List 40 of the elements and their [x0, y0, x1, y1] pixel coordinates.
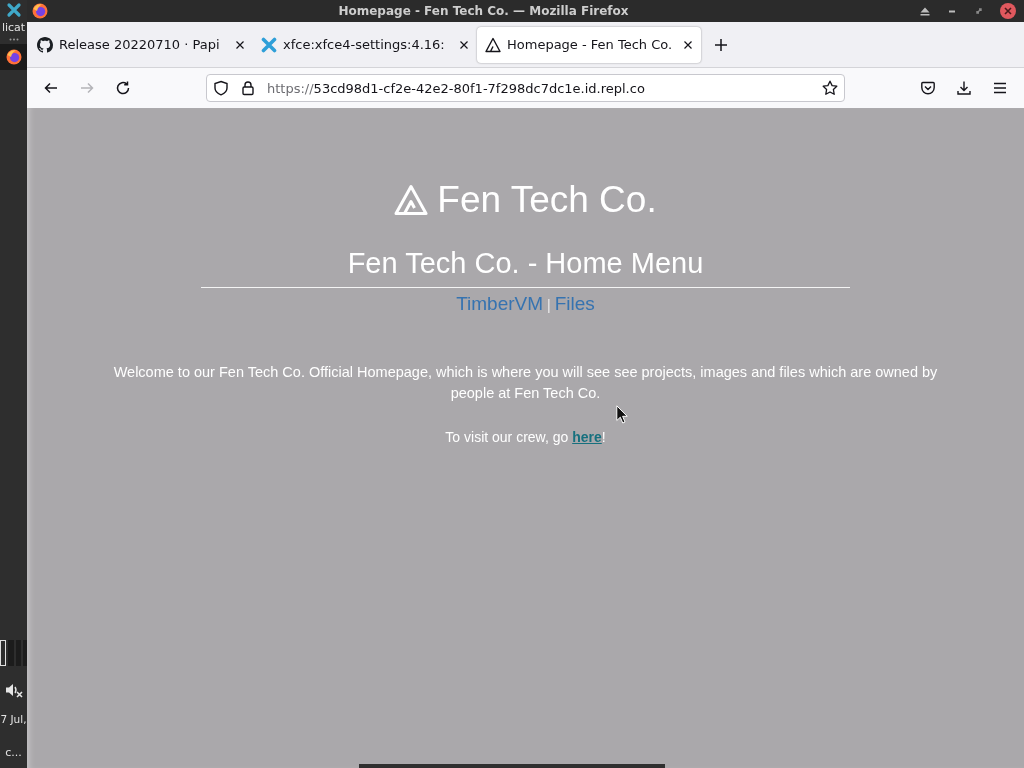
crew-text: To visit our crew, go here! [445, 428, 606, 446]
browser-tab[interactable]: xfce:xfce4-settings:4.16: [253, 26, 477, 63]
firefox-icon [32, 3, 48, 19]
taskbar-button[interactable] [0, 44, 27, 70]
browser-tab[interactable]: Homepage - Fen Tech Co. [477, 26, 701, 63]
address-bar[interactable]: https://53cd98d1-cf2e-42e2-80f1-7f298dc7dc1e.id.repl.co [206, 74, 845, 102]
applications-label[interactable]: licat [1, 21, 26, 35]
close-icon[interactable] [1000, 3, 1016, 19]
cross-logo-icon [261, 36, 277, 53]
link-separator: | [547, 296, 551, 315]
mouse-pointer-icon [616, 405, 628, 424]
github-icon [37, 36, 53, 53]
logo-text: Fen Tech Co. [437, 180, 657, 220]
maximize-icon[interactable] [973, 5, 985, 17]
download-icon[interactable] [956, 80, 972, 96]
workspace-switcher[interactable] [0, 640, 27, 666]
close-tab-icon[interactable] [234, 38, 246, 51]
window-title: Homepage - Fen Tech Co. — Mozilla Firefox [337, 4, 630, 18]
handle-dots-icon [8, 38, 19, 41]
close-tab-icon[interactable] [458, 38, 470, 51]
clock-text[interactable]: 7 Jul, [0, 712, 27, 726]
browser-tab[interactable]: Release 20220710 · Papi [29, 26, 253, 63]
triangle-logo-icon [485, 36, 501, 53]
app-menu-icon[interactable] [5, 2, 22, 18]
close-tab-icon[interactable] [682, 38, 694, 51]
star-icon[interactable] [822, 80, 838, 96]
intro-text: Welcome to our Fen Tech Co. Official Homepage, which is where you will see see projects, images and files which are owned by people at Fen Tech Co. [112, 363, 939, 403]
triangle-logo-icon [394, 184, 429, 216]
speaker-icon[interactable] [4, 682, 23, 698]
shade-icon[interactable] [919, 5, 931, 17]
menu-icon[interactable] [992, 80, 1008, 96]
reload-icon[interactable] [115, 80, 131, 96]
page-heading: Fen Tech Co. - Home Menu [347, 246, 704, 280]
back-arrow-icon[interactable] [43, 80, 59, 96]
user-name[interactable]: c... [5, 746, 22, 760]
lock-icon[interactable] [240, 80, 256, 96]
plus-icon[interactable] [713, 36, 729, 53]
shield-icon[interactable] [213, 80, 229, 96]
firefox-icon [5, 49, 22, 65]
pocket-icon[interactable] [920, 80, 936, 96]
